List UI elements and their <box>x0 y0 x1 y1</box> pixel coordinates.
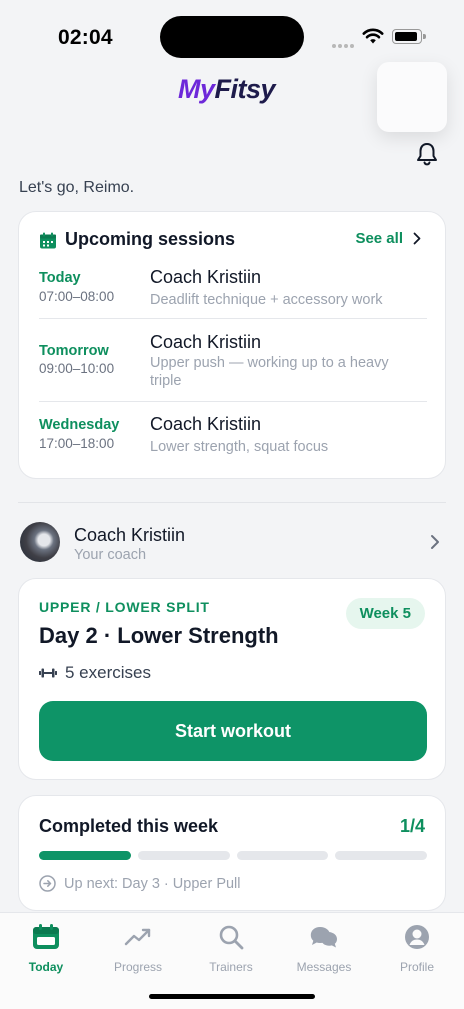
upcoming-sessions-card: Upcoming sessions See all Today 07:00–08… <box>18 211 446 479</box>
session-coach: Coach Kristiin <box>150 332 262 352</box>
progress-segment <box>137 851 230 860</box>
tab-today[interactable]: Today <box>0 921 92 974</box>
tab-label: Messages <box>296 960 352 974</box>
progress-segment <box>39 851 131 860</box>
session-coach: Coach Kristiin <box>150 414 262 434</box>
exercise-count: 5 exercises <box>65 663 151 682</box>
session-item-tomorrow[interactable]: Tomorrow 09:00–10:00 Coach Kristiin Uppe… <box>39 332 427 397</box>
up-next-row: Up next: Day 3 · Upper Pull <box>39 875 241 892</box>
dynamic-island <box>160 16 304 58</box>
session-day: Today <box>39 270 81 286</box>
chat-icon <box>310 927 337 948</box>
divider <box>39 318 427 319</box>
home-indicator <box>149 994 315 999</box>
floating-overlay <box>377 62 447 132</box>
app-logo: MyFitsy <box>178 74 276 104</box>
progress-segment <box>335 851 427 860</box>
status-bar: 02:04 <box>0 0 464 70</box>
trend-icon <box>124 928 151 946</box>
signal-icon <box>332 35 356 53</box>
chevron-right-icon <box>431 535 439 549</box>
avatar <box>20 522 60 562</box>
dumbbell-icon <box>39 668 57 678</box>
session-day: Tomorrow <box>39 343 109 359</box>
week-badge: Week 5 <box>345 598 425 629</box>
upcoming-header: Upcoming sessions See all <box>39 229 425 253</box>
battery-icon <box>392 29 426 44</box>
session-item-today[interactable]: Today 07:00–08:00 Coach Kristiin Deadlif… <box>39 267 427 317</box>
tab-label: Today <box>28 960 64 974</box>
progress-segment <box>236 851 329 860</box>
tab-progress[interactable]: Progress <box>92 921 184 974</box>
exercise-count-row: 5 exercises <box>39 663 151 683</box>
session-description: Deadlift technique + accessory work <box>150 292 383 308</box>
tab-label: Trainers <box>209 960 253 974</box>
session-time: 17:00–18:00 <box>39 436 115 451</box>
session-item-wednesday[interactable]: Wednesday 17:00–18:00 Coach Kristiin Low… <box>39 414 427 464</box>
person-icon <box>405 925 429 949</box>
program-label: UPPER / LOWER SPLIT <box>39 599 210 615</box>
session-time: 09:00–10:00 <box>39 361 115 376</box>
calendar-icon <box>33 924 59 949</box>
tab-label: Profile <box>399 960 434 974</box>
calendar-icon <box>40 232 56 249</box>
workout-title: Day 2 · Lower Strength <box>39 623 279 648</box>
section-divider <box>18 502 446 503</box>
completed-count: 1/4 <box>399 816 425 836</box>
search-icon <box>219 925 244 950</box>
completed-title: Completed this week <box>39 816 219 836</box>
tab-label: Progress <box>113 960 163 974</box>
chevron-right-icon <box>413 232 421 245</box>
see-all-label: See all <box>355 230 403 247</box>
tab-messages[interactable]: Messages <box>278 921 370 974</box>
weekly-progress-card: Completed this week 1/4 Up next: Day 3 ·… <box>18 795 446 911</box>
up-next-text: Up next: Day 3 · Upper Pull <box>64 875 241 892</box>
workout-card: UPPER / LOWER SPLIT Week 5 Day 2 · Lower… <box>18 578 446 780</box>
weekly-progress-bar <box>39 851 427 860</box>
coach-row[interactable]: Coach Kristiin Your coach <box>18 520 446 568</box>
session-description: Upper push — working up to a heavy tripl… <box>150 355 389 389</box>
status-time: 02:04 <box>58 26 113 49</box>
start-workout-button[interactable]: Start workout <box>39 701 427 761</box>
upcoming-title: Upcoming sessions <box>65 229 236 249</box>
session-coach: Coach Kristiin <box>150 267 262 287</box>
see-all-link[interactable]: See all <box>355 230 421 247</box>
coach-subtitle: Your coach <box>74 547 147 563</box>
divider <box>39 401 427 402</box>
session-time: 07:00–08:00 <box>39 289 115 304</box>
tab-trainers[interactable]: Trainers <box>185 921 277 974</box>
coach-name: Coach Kristiin <box>74 525 186 545</box>
greeting: Let's go, Reimo. <box>19 179 135 196</box>
session-description: Lower strength, squat focus <box>150 439 329 455</box>
bell-icon[interactable] <box>413 140 441 168</box>
arrow-circle-right-icon <box>39 875 56 892</box>
tab-profile[interactable]: Profile <box>371 921 463 974</box>
session-day: Wednesday <box>39 417 120 433</box>
wifi-icon <box>362 28 384 44</box>
